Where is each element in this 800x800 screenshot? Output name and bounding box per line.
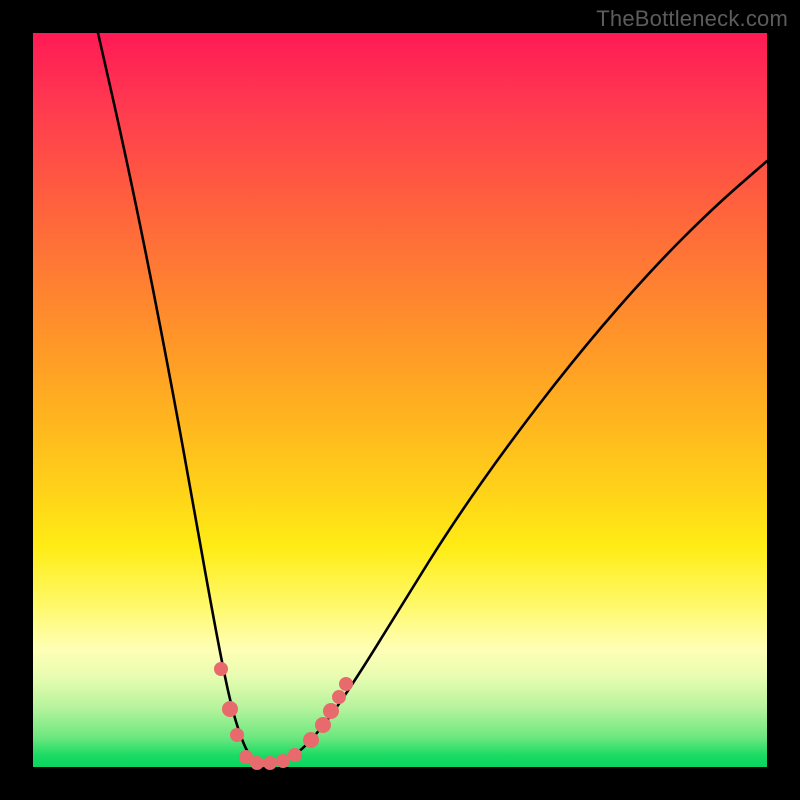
highlight-marker <box>332 690 346 704</box>
highlight-marker <box>315 717 331 733</box>
highlight-marker <box>303 732 319 748</box>
highlight-marker <box>323 703 339 719</box>
highlight-marker <box>276 754 290 768</box>
highlight-marker <box>230 728 244 742</box>
highlight-marker <box>214 662 228 676</box>
highlight-marker <box>263 756 277 770</box>
bottleneck-curve-path <box>98 33 767 763</box>
highlight-marker <box>250 756 264 770</box>
highlight-marker <box>339 677 353 691</box>
watermark-text: TheBottleneck.com <box>596 6 788 32</box>
highlight-marker <box>222 701 238 717</box>
bottleneck-chart <box>33 33 767 767</box>
highlight-marker <box>288 748 302 762</box>
